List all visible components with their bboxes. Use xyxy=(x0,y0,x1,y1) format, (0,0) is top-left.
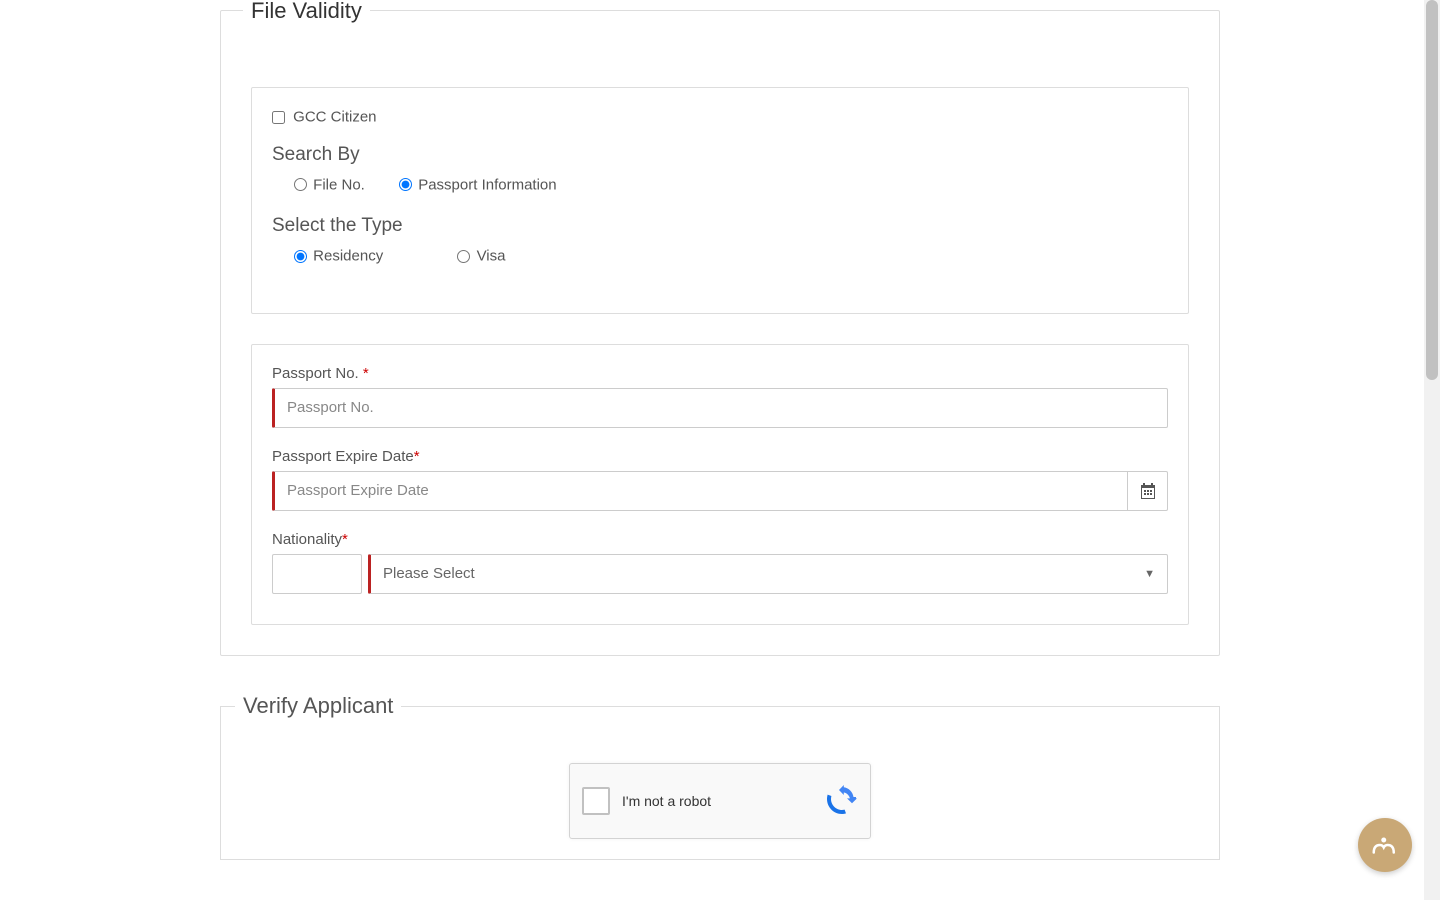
recaptcha-text: I'm not a robot xyxy=(622,793,711,809)
scrollbar-thumb[interactable] xyxy=(1426,0,1438,380)
chevron-down-icon: ▼ xyxy=(1144,568,1155,580)
nationality-label-text: Nationality xyxy=(272,531,342,548)
chat-fab-button[interactable] xyxy=(1358,818,1412,872)
passport-fields-box: Passport No. * Passport Expire Date* xyxy=(251,344,1189,625)
select-type-radio-group: Residency Visa xyxy=(294,247,1168,265)
visa-label[interactable]: Visa xyxy=(477,248,506,265)
search-by-radio-group: File No. Passport Information xyxy=(294,176,1168,194)
recaptcha-icon xyxy=(826,783,858,815)
nationality-group: Nationality* Please Select ▼ xyxy=(272,531,1168,594)
residency-label[interactable]: Residency xyxy=(313,248,383,265)
calendar-icon xyxy=(1140,483,1156,499)
file-no-label[interactable]: File No. xyxy=(313,176,365,193)
visa-radio[interactable] xyxy=(457,250,470,263)
passport-no-input[interactable] xyxy=(272,388,1168,428)
file-validity-fieldset: File Validity GCC Citizen Search By File… xyxy=(220,10,1220,656)
verify-applicant-fieldset: Verify Applicant I'm not a robot xyxy=(220,706,1220,860)
passport-expire-group: Passport Expire Date* xyxy=(272,448,1168,511)
passport-expire-label-text: Passport Expire Date xyxy=(272,448,414,465)
nationality-label: Nationality* xyxy=(272,531,1168,548)
scrollbar-track xyxy=(1424,0,1440,900)
passport-no-label-text: Passport No. xyxy=(272,365,363,382)
gcc-citizen-row: GCC Citizen xyxy=(272,108,1168,126)
recaptcha-checkbox[interactable] xyxy=(582,787,610,815)
required-mark: * xyxy=(342,531,348,548)
passport-info-label[interactable]: Passport Information xyxy=(418,176,556,193)
passport-info-radio[interactable] xyxy=(399,178,412,191)
required-mark: * xyxy=(363,365,369,382)
nationality-code-input[interactable] xyxy=(272,554,362,594)
passport-expire-input[interactable] xyxy=(272,471,1128,511)
passport-no-group: Passport No. * xyxy=(272,365,1168,428)
passport-expire-label: Passport Expire Date* xyxy=(272,448,1168,465)
select-type-heading: Select the Type xyxy=(272,215,1168,237)
passport-no-label: Passport No. * xyxy=(272,365,1168,382)
residency-radio[interactable] xyxy=(294,250,307,263)
nationality-select-placeholder: Please Select xyxy=(383,565,475,582)
nationality-select[interactable]: Please Select ▼ xyxy=(368,554,1168,594)
chat-icon xyxy=(1370,830,1400,860)
search-by-heading: Search By xyxy=(272,144,1168,166)
file-no-radio[interactable] xyxy=(294,178,307,191)
search-options-box: GCC Citizen Search By File No. Passport … xyxy=(251,87,1189,314)
required-mark: * xyxy=(414,448,420,465)
verify-applicant-legend: Verify Applicant xyxy=(235,693,401,719)
file-validity-legend: File Validity xyxy=(243,0,370,24)
recaptcha-widget: I'm not a robot xyxy=(569,763,871,839)
calendar-button[interactable] xyxy=(1128,471,1168,511)
gcc-citizen-checkbox[interactable] xyxy=(272,111,285,124)
gcc-citizen-label[interactable]: GCC Citizen xyxy=(293,109,376,126)
